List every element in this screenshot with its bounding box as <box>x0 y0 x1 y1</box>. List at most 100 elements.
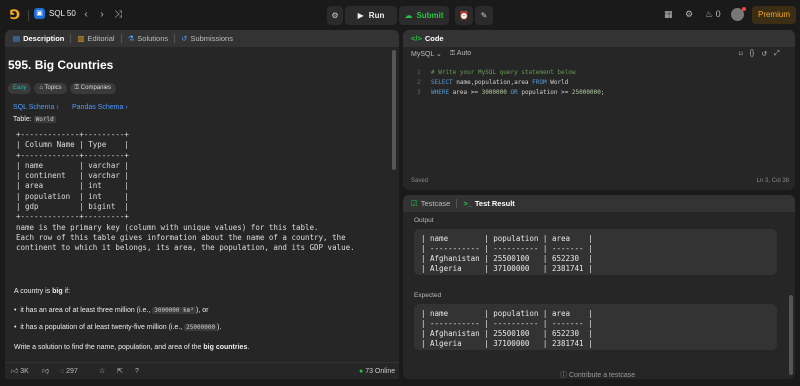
divider <box>28 10 29 21</box>
expand-icon[interactable]: ⤢ <box>774 50 780 58</box>
sql-schema-link[interactable]: SQL Schema › <box>13 104 59 111</box>
inline-code: 25000000 <box>184 324 218 331</box>
layout-icon[interactable]: ▦ <box>664 8 673 21</box>
online-dot: ● <box>359 368 364 375</box>
description-tabs: ▤ Description ▥ Editorial ⚗ Solutions ↺ Subm… <box>5 30 399 47</box>
like-button[interactable]: 👍︎ 3K <box>11 366 29 377</box>
code-panel: </> Code MySQL ⌄ ⚿ Auto ⌑ {} ↺ ⤢ 1 2 3 # … <box>403 30 795 190</box>
star-icon[interactable]: ☆ <box>99 366 105 377</box>
tab-testcase[interactable]: ☑ Testcase <box>411 199 450 208</box>
like-count: 3K <box>20 368 29 375</box>
editor-actions: ⌑ {} ↺ ⤢ <box>739 50 780 58</box>
prev-problem-button[interactable]: ‹ <box>80 8 92 21</box>
description-icon: ▤ <box>13 34 21 43</box>
shuffle-icon[interactable]: ⤨ <box>112 8 124 21</box>
tab-label: Testcase <box>420 199 451 208</box>
history-icon: ↺ <box>181 34 188 43</box>
alarm-icon[interactable]: ⏰ <box>455 6 473 25</box>
output-label: Output <box>414 217 434 224</box>
result-scrollbar[interactable] <box>789 295 793 375</box>
streak-fire-icon[interactable]: ♨ 0 <box>705 8 721 21</box>
companies-tag[interactable]: ⚿ Companies <box>69 83 117 94</box>
notification-dot <box>742 7 746 11</box>
text: A country is <box>14 288 53 295</box>
line-number: 3 <box>417 89 421 96</box>
tag-label: Topics <box>44 85 62 91</box>
run-button[interactable]: ▶ Run <box>345 6 397 25</box>
text: ), or <box>196 307 209 314</box>
result-tabs: ☑ Testcase >_ Test Result <box>403 195 795 212</box>
tab-label: Editorial <box>87 34 115 43</box>
comments-button[interactable]: ◌ 297 <box>60 366 78 377</box>
code-editor[interactable]: # Write your MySQL query statement below… <box>431 68 604 98</box>
code-header: </> Code <box>403 30 795 47</box>
comment-count: 297 <box>66 368 78 375</box>
submit-button[interactable]: ☁ Submit <box>399 6 449 25</box>
save-status: Saved <box>411 178 429 184</box>
tab-label: Solutions <box>137 34 169 43</box>
play-icon: ▶ <box>357 11 364 20</box>
tab-submissions[interactable]: ↺ Submissions <box>181 34 233 43</box>
table-label: Table: World <box>13 116 56 123</box>
divider <box>120 34 122 43</box>
reset-icon[interactable]: ↺ <box>761 50 767 58</box>
cursor-position: Ln 3, Col 38 <box>756 178 789 184</box>
pandas-schema-link[interactable]: Pandas Schema › <box>72 104 128 111</box>
divider <box>70 34 72 43</box>
language-select[interactable]: MySQL ⌄ <box>411 50 442 58</box>
output-box: | name | population | area | | ---------… <box>414 229 777 275</box>
tab-label: Submissions <box>190 34 233 43</box>
description-scrollbar[interactable] <box>392 50 396 170</box>
contribute-testcase-link[interactable]: ⓘ Contribute a testcase <box>560 370 635 380</box>
notes-icon[interactable]: ✎ <box>475 6 493 25</box>
settings-icon[interactable]: ⚙ <box>685 8 693 21</box>
test-result-panel: ☑ Testcase >_ Test Result Output | name | … <box>403 195 795 379</box>
tab-solutions[interactable]: ⚗ Solutions <box>128 34 169 43</box>
autocomplete-toggle[interactable]: ⚿ Auto <box>450 50 471 58</box>
tab-label: Description <box>23 34 65 43</box>
problem-title: 595. Big Countries <box>8 58 114 72</box>
cloud-upload-icon: ☁ <box>404 11 413 20</box>
list-item: • it has a population of at least twenty… <box>14 324 222 331</box>
tab-test-result[interactable]: >_ Test Result <box>463 199 514 208</box>
top-bar: ⅁ ▣ SQL 50 ‹ › ⤨ ⚙ ▶ Run ☁ Submit ⏰ ✎ ▦ … <box>0 0 800 30</box>
online-text: 73 Online <box>365 368 396 375</box>
submit-label: Submit <box>416 11 444 20</box>
topics-tag[interactable]: ⌂ Topics <box>34 83 67 94</box>
run-controls: ⚙ ▶ Run ☁ Submit ⏰ ✎ <box>327 6 493 25</box>
checkbox-icon: ☑ <box>411 199 418 208</box>
contribute-label: Contribute a testcase <box>568 372 636 379</box>
chevron-right-icon: › <box>56 104 59 111</box>
inline-code: 3000000 km² <box>152 307 196 314</box>
code-icon: </> <box>411 34 422 43</box>
dislike-icon[interactable]: 👎︎ <box>42 366 49 377</box>
bookmark-icon[interactable]: ⌑ <box>739 50 743 58</box>
description-footer: 👍︎ 3K 👎︎ ◌ 297 ☆ ⇱ ? ● 73 Online <box>5 362 399 379</box>
tab-description[interactable]: ▤ Description <box>13 34 64 43</box>
text: it has an area of at least three million… <box>20 307 153 314</box>
task-text: Write a solution to find the name, popul… <box>14 344 249 351</box>
braces-icon[interactable]: {} <box>750 50 755 58</box>
help-icon[interactable]: ? <box>135 366 139 377</box>
leetcode-logo-icon[interactable]: ⅁ <box>10 8 24 22</box>
terminal-icon: >_ <box>463 199 472 208</box>
list-item: • it has an area of at least three milli… <box>14 307 209 314</box>
thumbs-up-icon: 👍︎ <box>11 368 19 375</box>
auto-label: Auto <box>456 50 472 57</box>
problem-list-button[interactable]: ▣ SQL 50 <box>34 8 76 19</box>
table-label-text: Table: <box>13 116 32 123</box>
line-number: 2 <box>417 79 421 86</box>
tab-editorial[interactable]: ▥ Editorial <box>77 34 114 43</box>
expected-table: | name | population | area | | ---------… <box>421 309 593 348</box>
premium-button[interactable]: Premium <box>752 6 796 24</box>
tab-code[interactable]: </> Code <box>411 34 444 43</box>
next-problem-button[interactable]: › <box>96 8 108 21</box>
table-name: World <box>33 116 56 123</box>
share-icon[interactable]: ⇱ <box>117 366 123 377</box>
study-plan-icon: ▣ <box>34 8 45 19</box>
tab-label: Test Result <box>474 199 515 208</box>
problem-tags: Easy ⌂ Topics ⚿ Companies <box>8 83 117 94</box>
text: . <box>247 344 250 351</box>
language-label: MySQL <box>411 51 435 58</box>
debug-icon[interactable]: ⚙ <box>327 6 343 25</box>
